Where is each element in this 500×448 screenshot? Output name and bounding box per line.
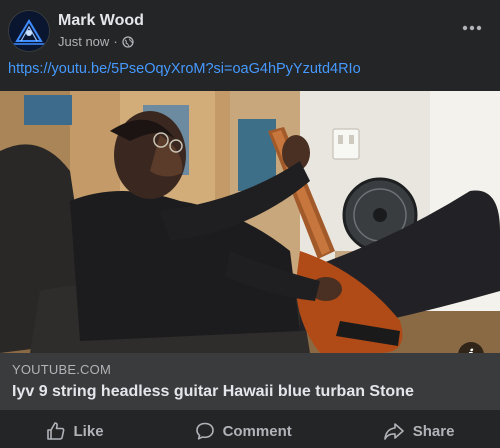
comment-button[interactable]: Comment [185,417,302,445]
post-link[interactable]: https://youtu.be/5PseOqyXroM?si=oaG4hPyY… [8,61,361,77]
post-timestamp[interactable]: Just now [58,34,109,49]
meta-separator: · [113,34,118,49]
action-bar: Like Comment Share [0,414,500,448]
preview-domain: YOUTUBE.COM [12,362,111,377]
author-name[interactable]: Mark Wood [58,12,144,30]
avatar[interactable] [8,10,50,52]
share-icon [383,423,404,440]
preview-title[interactable]: Iyv 9 string headless guitar Hawaii blue… [12,383,414,401]
share-button[interactable]: Share [373,417,465,445]
comment-label: Comment [222,422,292,440]
more-options-icon[interactable] [458,18,486,38]
video-thumbnail[interactable] [0,91,500,353]
avatar-image [9,11,49,51]
facebook-post: Mark Wood Just now · https://youtu.be/5P… [0,0,500,448]
link-preview-caption[interactable]: YOUTUBE.COM Iyv 9 string headless guitar… [0,353,500,410]
thumbs-up-icon [46,422,64,440]
share-label: Share [412,422,455,440]
video-frame-image [0,91,500,353]
like-button[interactable]: Like [36,417,114,445]
post-meta: Just now · [58,34,134,49]
post-header: Mark Wood Just now · [0,0,500,58]
globe-icon[interactable] [122,35,134,48]
like-label: Like [73,422,104,440]
comment-icon [195,422,214,440]
